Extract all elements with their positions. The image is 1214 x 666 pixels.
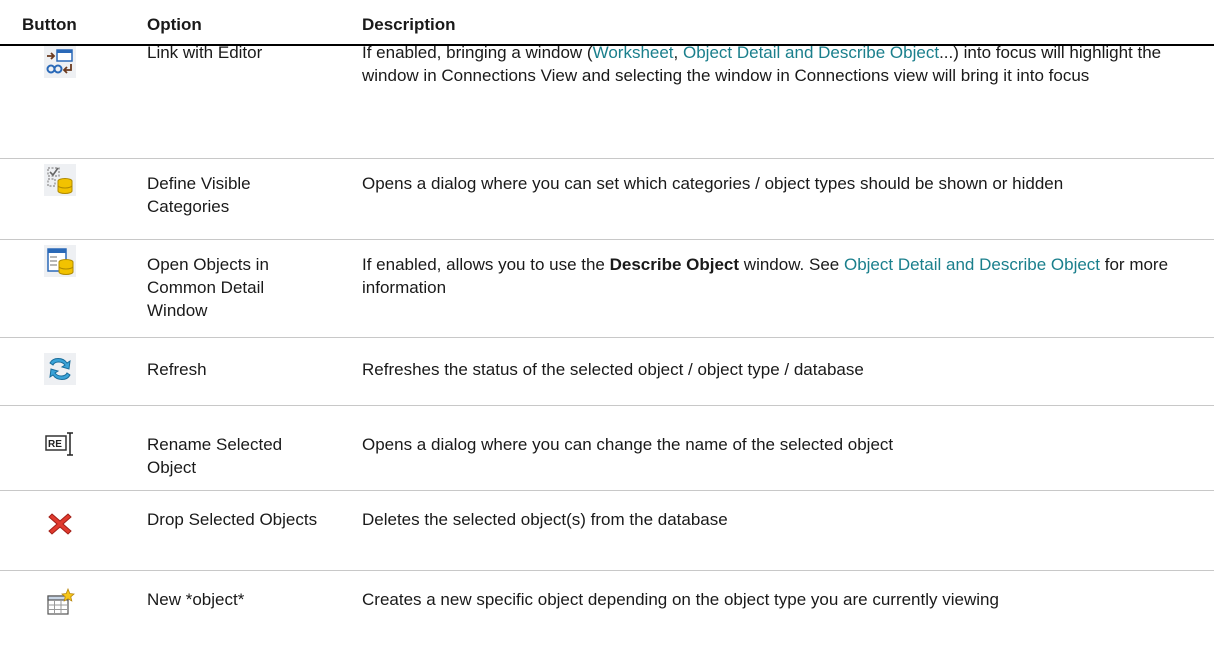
table-row: Open Objects in Common Detail Window If …: [0, 240, 1214, 338]
new-object-icon[interactable]: [44, 587, 76, 619]
table-row: New *object* Creates a new specific obje…: [0, 571, 1214, 666]
description: If enabled, allows you to use the Descri…: [362, 255, 1169, 297]
description: Opens a dialog where you can change the …: [362, 435, 894, 454]
link-with-editor-icon[interactable]: [44, 46, 76, 78]
common-detail-window-icon[interactable]: [44, 245, 76, 277]
table-row: Refresh Refreshes the status of the sele…: [0, 338, 1214, 406]
rename-icon[interactable]: RE: [44, 428, 76, 460]
object-detail-link[interactable]: Object Detail and Describe Object: [844, 255, 1100, 274]
option-label: Refresh: [147, 360, 207, 379]
option-label: Drop Selected Objects: [147, 510, 318, 529]
header-option: Option: [147, 15, 202, 34]
description: Creates a new specific object depending …: [362, 590, 999, 609]
table-row: RE Rename Selected Object Opens a dialog…: [0, 406, 1214, 491]
drop-icon[interactable]: [44, 507, 76, 539]
header-description: Description: [362, 15, 456, 34]
description: Opens a dialog where you can set which c…: [362, 174, 1064, 193]
object-detail-link[interactable]: Object Detail and Describe Object: [683, 43, 939, 62]
table-row: Link with Editor If enabled, bringing a …: [0, 43, 1214, 159]
description: Deletes the selected object(s) from the …: [362, 510, 728, 529]
option-label: Define Visible Categories: [147, 174, 251, 216]
option-label: Link with Editor: [147, 43, 263, 62]
table-row: Define Visible Categories Opens a dialog…: [0, 159, 1214, 240]
option-label: New *object*: [147, 590, 245, 609]
refresh-icon[interactable]: [44, 353, 76, 385]
worksheet-link[interactable]: Worksheet: [593, 43, 674, 62]
header-button: Button: [22, 15, 77, 34]
table-row: Drop Selected Objects Deletes the select…: [0, 491, 1214, 571]
description: Refreshes the status of the selected obj…: [362, 360, 864, 379]
table-header: Button Option Description: [0, 0, 1214, 46]
define-visible-categories-icon[interactable]: [44, 164, 76, 196]
description: If enabled, bringing a window (Worksheet…: [362, 43, 1162, 85]
svg-text:RE: RE: [48, 439, 62, 450]
option-label: Rename Selected Object: [147, 435, 283, 477]
option-label: Open Objects in Common Detail Window: [147, 255, 269, 320]
